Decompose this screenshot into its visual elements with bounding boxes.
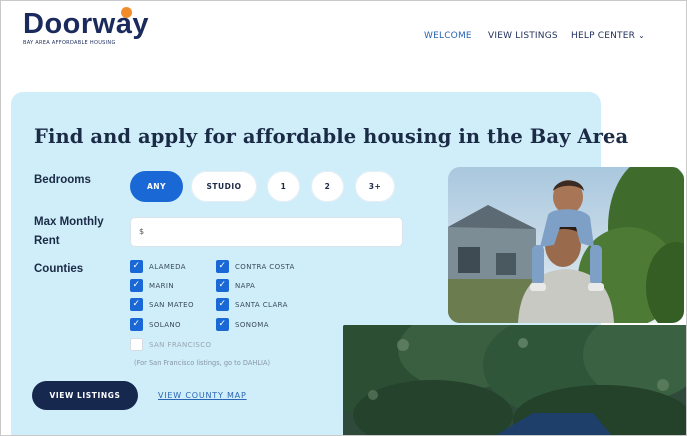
page-title: Find and apply for affordable housing in… bbox=[34, 125, 629, 148]
county-checkbox-napa[interactable]: ✓ NAPA bbox=[216, 279, 255, 292]
county-label: SAN FRANCISCO bbox=[149, 340, 212, 349]
unchecked-box-icon bbox=[130, 338, 143, 351]
doorway-logo[interactable]: Doorwa y BAY AREA AFFORDABLE HOUSING bbox=[23, 7, 149, 46]
logo-tagline: BAY AREA AFFORDABLE HOUSING bbox=[23, 40, 116, 46]
logo-wordmark: Doorwa y bbox=[23, 7, 149, 40]
checkmark-icon: ✓ bbox=[216, 279, 229, 292]
max-rent-label-line2: Rent bbox=[34, 235, 60, 247]
county-checkbox-sonoma[interactable]: ✓ SONOMA bbox=[216, 318, 269, 331]
neighborhood-photo bbox=[343, 325, 686, 435]
max-rent-label: Max Monthly Rent bbox=[34, 213, 104, 251]
county-checkbox-alameda[interactable]: ✓ ALAMEDA bbox=[130, 260, 186, 273]
county-label: CONTRA COSTA bbox=[235, 262, 295, 271]
family-photo-illustration bbox=[448, 167, 684, 323]
bedrooms-label: Bedrooms bbox=[34, 174, 91, 186]
checkmark-icon: ✓ bbox=[216, 318, 229, 331]
checkmark-icon: ✓ bbox=[130, 260, 143, 273]
family-photo bbox=[448, 167, 684, 323]
county-checkbox-san-mateo[interactable]: ✓ SAN MATEO bbox=[130, 298, 194, 311]
chevron-down-icon: ⌄ bbox=[638, 31, 646, 40]
checkmark-icon: ✓ bbox=[216, 298, 229, 311]
county-label: SOLANO bbox=[149, 320, 181, 329]
county-label: SONOMA bbox=[235, 320, 269, 329]
view-county-map-link[interactable]: VIEW COUNTY MAP bbox=[158, 391, 247, 400]
checkmark-icon: ✓ bbox=[130, 298, 143, 311]
county-label: SANTA CLARA bbox=[235, 300, 288, 309]
neighborhood-photo-illustration bbox=[343, 325, 686, 435]
county-label: ALAMEDA bbox=[149, 262, 186, 271]
page-frame: Doorwa y BAY AREA AFFORDABLE HOUSING WELC… bbox=[0, 0, 687, 436]
county-checkbox-contra-costa[interactable]: ✓ CONTRA COSTA bbox=[216, 260, 295, 273]
bedroom-option-1[interactable]: 1 bbox=[267, 171, 300, 202]
county-checkbox-santa-clara[interactable]: ✓ SANTA CLARA bbox=[216, 298, 288, 311]
county-checkbox-marin[interactable]: ✓ MARIN bbox=[130, 279, 174, 292]
counties-label: Counties bbox=[34, 263, 84, 275]
nav-view-listings[interactable]: VIEW LISTINGS bbox=[488, 31, 558, 41]
checkmark-icon: ✓ bbox=[130, 318, 143, 331]
view-listings-button[interactable]: VIEW LISTINGS bbox=[32, 381, 138, 410]
county-checkbox-solano[interactable]: ✓ SOLANO bbox=[130, 318, 181, 331]
nav-welcome[interactable]: WELCOME bbox=[424, 31, 472, 41]
san-francisco-note: (For San Francisco listings, go to DAHLI… bbox=[134, 359, 271, 367]
checkmark-icon: ✓ bbox=[216, 260, 229, 273]
county-label: MARIN bbox=[149, 281, 174, 290]
max-rent-input[interactable]: $ bbox=[130, 217, 403, 247]
nav-help-center-label: HELP CENTER bbox=[571, 31, 636, 41]
county-label: NAPA bbox=[235, 281, 256, 290]
checkmark-icon: ✓ bbox=[130, 279, 143, 292]
nav-help-center[interactable]: HELP CENTER ⌄ bbox=[571, 31, 645, 41]
bedroom-option-2[interactable]: 2 bbox=[311, 171, 344, 202]
county-label: SAN MATEO bbox=[149, 300, 194, 309]
max-rent-label-line1: Max Monthly bbox=[34, 216, 104, 228]
logo-house-dot-icon bbox=[120, 7, 132, 18]
county-checkbox-san-francisco[interactable]: SAN FRANCISCO bbox=[130, 338, 211, 351]
bedroom-option-any[interactable]: ANY bbox=[130, 171, 183, 202]
bedroom-option-3plus[interactable]: 3+ bbox=[355, 171, 395, 202]
bedroom-option-studio[interactable]: STUDIO bbox=[191, 171, 257, 202]
